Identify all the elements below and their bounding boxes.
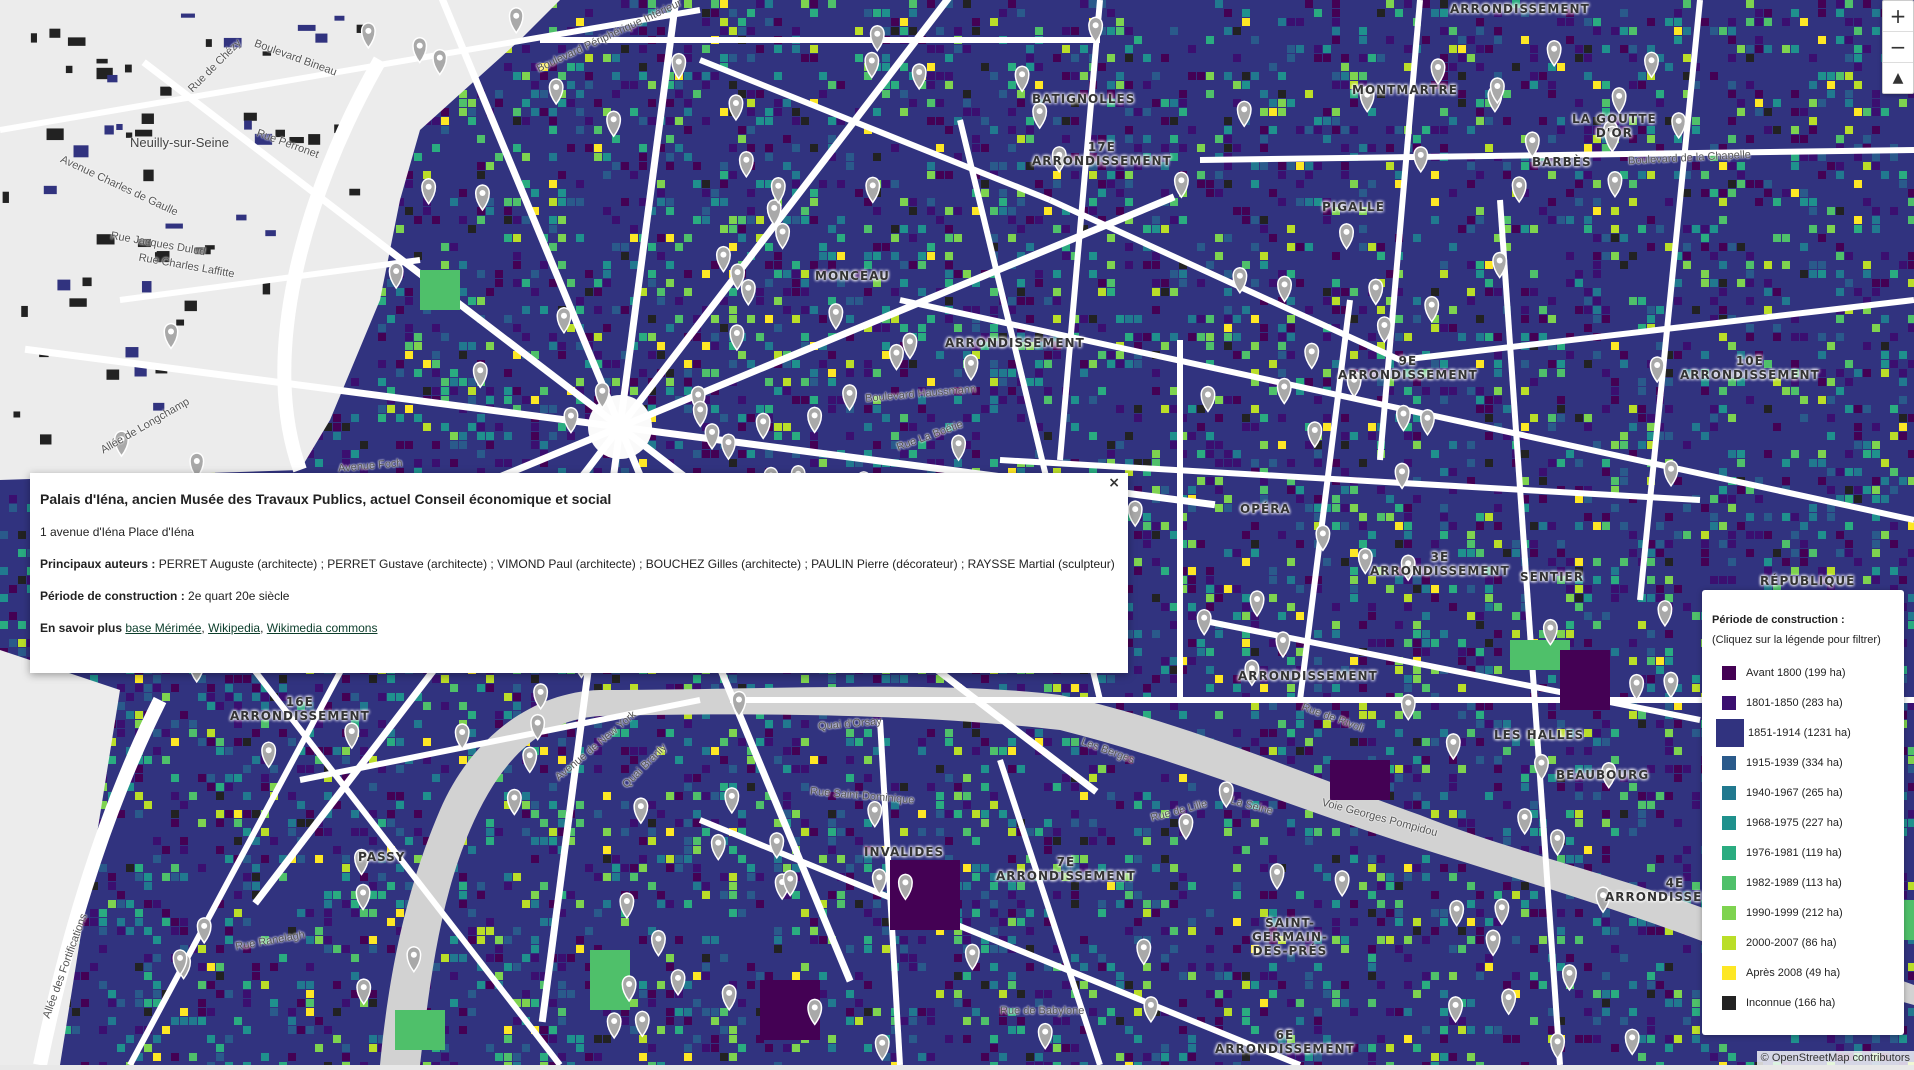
popup-period: Période de construction : 2e quart 20e s… <box>40 589 1118 603</box>
district-label-text: 7E ARRONDISSEMENT <box>996 855 1136 883</box>
legend-label: 1801-1850 (283 ha) <box>1746 697 1843 709</box>
legend-title: Période de construction : <box>1712 614 1845 626</box>
district-label: BEAUBOURG <box>1556 768 1650 782</box>
district-label: BARBÈS <box>1532 155 1592 169</box>
legend-label: 1976-1981 (119 ha) <box>1746 847 1842 859</box>
legend-swatch <box>1722 996 1736 1010</box>
popup-address: 1 avenue d'Iéna Place d'Iéna <box>40 525 195 539</box>
place-label: Neuilly-sur-Seine <box>130 135 229 150</box>
legend-item[interactable]: Après 2008 (49 ha) <box>1712 958 1894 988</box>
district-label: MONCEAU <box>815 269 890 283</box>
popup-authors: Principaux auteurs : PERRET Auguste (arc… <box>40 557 1118 571</box>
wikimedia-link[interactable]: Wikimedia commons <box>267 621 378 635</box>
legend-panel: Période de construction : (Cliquez sur l… <box>1702 590 1904 1035</box>
district-label: LES HALLES <box>1494 728 1585 742</box>
merimee-link[interactable]: base Mérimée <box>125 621 201 635</box>
district-label-text: LA GOUTTE D'OR <box>1572 112 1657 140</box>
authors-label: Principaux auteurs : <box>40 557 156 571</box>
legend-item[interactable]: 1851-1914 (1231 ha) <box>1712 718 1894 748</box>
legend-item[interactable]: 1990-1999 (212 ha) <box>1712 898 1894 928</box>
district-label-text: 9E ARRONDISSEMENT <box>1338 354 1478 382</box>
legend-items: Avant 1800 (199 ha) 1801-1850 (283 ha) 1… <box>1712 658 1894 1018</box>
district-label: 6E ARRONDISSEMENT <box>1215 1028 1355 1056</box>
legend-swatch <box>1722 906 1736 920</box>
district-label: LA GOUTTE D'OR <box>1572 112 1657 140</box>
legend-swatch <box>1722 846 1736 860</box>
legend-item[interactable]: 1940-1967 (265 ha) <box>1712 778 1894 808</box>
district-label: 3E ARRONDISSEMENT <box>1370 550 1510 578</box>
legend-item[interactable]: 1976-1981 (119 ha) <box>1712 838 1894 868</box>
legend-swatch <box>1722 936 1736 950</box>
district-label: 9E ARRONDISSEMENT <box>1338 354 1478 382</box>
district-label-text: 10E ARRONDISSEMENT <box>1680 354 1820 382</box>
wikipedia-link[interactable]: Wikipedia <box>208 621 260 635</box>
district-label-text: SAINT- GERMAIN- DES-PRÉS <box>1252 916 1329 958</box>
period-value: 2e quart 20e siècle <box>188 589 290 603</box>
zoom-control: + − ▲ <box>1882 0 1914 94</box>
district-label: ARRONDISSEMENT <box>1450 2 1590 16</box>
legend-label: Après 2008 (49 ha) <box>1746 967 1841 979</box>
legend-label: Inconnue (166 ha) <box>1746 997 1836 1009</box>
zoom-in-button[interactable]: + <box>1883 1 1913 32</box>
legend-swatch <box>1722 786 1736 800</box>
monument-popup: × Palais d'Iéna, ancien Musée des Travau… <box>30 473 1128 673</box>
legend-label: 2000-2007 (86 ha) <box>1746 937 1837 949</box>
legend-label: Avant 1800 (199 ha) <box>1746 667 1846 679</box>
district-label-text: 16E ARRONDISSEMENT <box>230 695 370 723</box>
legend-item[interactable]: Inconnue (166 ha) <box>1712 988 1894 1018</box>
period-label: Période de construction : <box>40 589 185 603</box>
legend-label: 1940-1967 (265 ha) <box>1746 787 1843 799</box>
legend-label: 1851-1914 (1231 ha) <box>1748 727 1851 739</box>
district-label: PASSY <box>358 850 406 864</box>
legend-item[interactable]: Avant 1800 (199 ha) <box>1712 658 1894 688</box>
district-label: 17E ARRONDISSEMENT <box>1032 140 1172 168</box>
district-label: ARRONDISSEMENT <box>1238 669 1378 683</box>
district-label: BATIGNOLLES <box>1032 92 1136 106</box>
close-button[interactable]: × <box>1108 475 1120 491</box>
legend-swatch <box>1722 816 1736 830</box>
legend-item[interactable]: 1982-1989 (113 ha) <box>1712 868 1894 898</box>
district-label: ARRONDISSEMENT <box>945 336 1085 350</box>
district-label: 16E ARRONDISSEMENT <box>230 695 370 723</box>
reset-north-button[interactable]: ▲ <box>1883 63 1913 93</box>
legend-item[interactable]: 1801-1850 (283 ha) <box>1712 688 1894 718</box>
legend-swatch <box>1722 696 1736 710</box>
district-label-text: 6E ARRONDISSEMENT <box>1215 1028 1355 1056</box>
district-label: SENTIER <box>1520 570 1584 584</box>
legend-swatch <box>1722 876 1736 890</box>
district-label: SAINT- GERMAIN- DES-PRÉS <box>1252 916 1328 958</box>
map-attribution[interactable]: © OpenStreetMap contributors <box>1756 1051 1914 1065</box>
legend-swatch <box>1722 756 1736 770</box>
authors-value: PERRET Auguste (architecte) ; PERRET Gus… <box>158 557 1115 571</box>
legend-label: 1982-1989 (113 ha) <box>1746 877 1842 889</box>
legend-subtitle: (Cliquez sur la légende pour filtrer) <box>1712 634 1881 646</box>
legend-swatch <box>1722 666 1736 680</box>
legend-item[interactable]: 2000-2007 (86 ha) <box>1712 928 1894 958</box>
district-label: 10E ARRONDISSEMENT <box>1680 354 1820 382</box>
more-label: En savoir plus <box>40 621 123 635</box>
legend-label: 1990-1999 (212 ha) <box>1746 907 1843 919</box>
zoom-out-button[interactable]: − <box>1883 32 1913 63</box>
popup-links: En savoir plus base Mérimée, Wikipedia, … <box>40 621 378 635</box>
legend-label: 1915-1939 (334 ha) <box>1746 757 1843 769</box>
district-label: INVALIDES <box>864 845 945 859</box>
district-label-text: 3E ARRONDISSEMENT <box>1370 550 1510 578</box>
legend-swatch <box>1722 966 1736 980</box>
legend-swatch <box>1716 719 1744 747</box>
district-label: RÉPUBLIQUE <box>1760 574 1856 588</box>
legend-item[interactable]: 1915-1939 (334 ha) <box>1712 748 1894 778</box>
district-label: OPÉRA <box>1240 502 1291 516</box>
district-label: 7E ARRONDISSEMENT <box>996 855 1136 883</box>
street-label: Rue de Babylone <box>1000 1005 1085 1017</box>
district-label: PIGALLE <box>1322 200 1385 214</box>
legend-label: 1968-1975 (227 ha) <box>1746 817 1843 829</box>
district-label: MONTMARTRE <box>1352 83 1458 97</box>
popup-title: Palais d'Iéna, ancien Musée des Travaux … <box>40 491 612 507</box>
district-label-text: 17E ARRONDISSEMENT <box>1032 140 1172 168</box>
legend-item[interactable]: 1968-1975 (227 ha) <box>1712 808 1894 838</box>
